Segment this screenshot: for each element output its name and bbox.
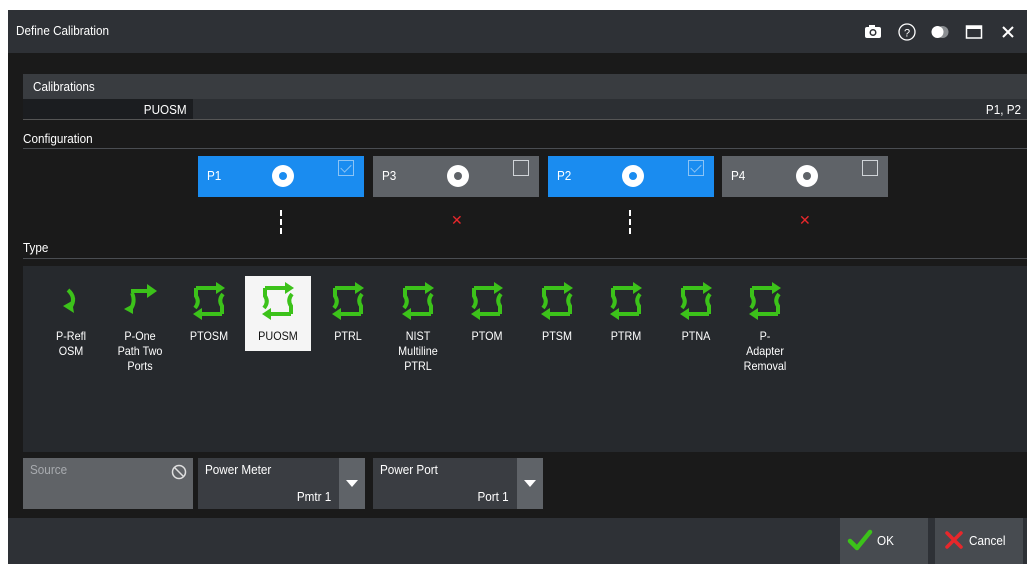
calibration-name: PUOSM [144, 102, 187, 117]
checkmark-icon [847, 529, 873, 551]
two-port-icon [402, 282, 434, 320]
two-port-icon [332, 282, 364, 320]
two-port-icon [193, 282, 225, 320]
two-port-icon [610, 282, 642, 320]
power-port-dropdown-arrow[interactable] [517, 458, 543, 509]
port-connector-icon [272, 165, 294, 187]
port-connector-icon [447, 165, 469, 187]
calibrations-header: Calibrations [23, 74, 1027, 99]
source-field: Source [23, 458, 193, 509]
power-meter-dropdown-arrow[interactable] [339, 458, 365, 509]
port-p3-not-connected-icon: ✕ [451, 212, 463, 228]
two-port-icon [541, 282, 573, 320]
svg-text:?: ? [904, 28, 910, 40]
power-meter-select[interactable]: Power Meter Pmtr 1 [198, 458, 365, 509]
type-puosm[interactable]: PUOSM [245, 276, 311, 351]
power-port-value: Port 1 [477, 489, 509, 504]
port-p2-checkbox[interactable] [688, 160, 704, 176]
type-p-adapter-removal[interactable]: P- Adapter Removal [732, 276, 798, 373]
type-ptrl[interactable]: PTRL [315, 276, 381, 362]
port-p4-not-connected-icon: ✕ [799, 212, 811, 228]
port-p4-tile[interactable]: P4 [722, 156, 888, 197]
two-port-icon [680, 282, 712, 320]
one-path-two-ports-icon [124, 284, 157, 314]
cancel-button[interactable]: Cancel [935, 518, 1023, 564]
configuration-divider [23, 148, 1027, 149]
port-p1-connection-line [280, 210, 282, 234]
port-p2-connection-line [629, 210, 631, 234]
type-ptna[interactable]: PTNA [663, 276, 729, 362]
port-p1-tile[interactable]: P1 [198, 156, 364, 197]
calibration-type-panel: P-Refl OSM P-One Path Two Ports PTOSM PU… [23, 266, 1027, 452]
calibration-row[interactable]: PUOSM P1, P2 [23, 99, 1027, 120]
port-p4-checkbox[interactable] [862, 160, 878, 176]
ok-button[interactable]: OK [840, 518, 928, 564]
power-meter-value: Pmtr 1 [296, 489, 331, 504]
type-p-refl-osm[interactable]: P-Refl OSM [38, 276, 104, 362]
port-p3-checkbox[interactable] [513, 160, 529, 176]
two-port-icon [262, 282, 294, 320]
type-label: Type [23, 240, 49, 255]
title-bar: Define Calibration ? [8, 10, 1027, 53]
cross-icon [945, 531, 963, 549]
type-ptosm[interactable]: PTOSM [176, 276, 242, 362]
disabled-icon [171, 464, 187, 480]
two-port-icon [471, 282, 503, 320]
type-nist-multiline-ptrl[interactable]: NIST Multiline PTRL [385, 276, 451, 373]
type-ptsm[interactable]: PTSM [524, 276, 590, 362]
calibration-ports: P1, P2 [985, 102, 1021, 117]
define-calibration-dialog: Define Calibration ? Calibrations PUOSM [8, 10, 1027, 564]
port-connector-icon [622, 165, 644, 187]
dialog-title: Define Calibration [16, 23, 110, 38]
transparency-toggle-icon[interactable] [930, 22, 950, 42]
power-port-select[interactable]: Power Port Port 1 [373, 458, 543, 509]
port-p1-checkbox[interactable] [338, 160, 354, 176]
maximize-icon[interactable] [964, 22, 984, 42]
one-port-icon [63, 288, 75, 313]
port-p2-tile[interactable]: P2 [548, 156, 714, 197]
camera-icon[interactable] [863, 22, 883, 42]
type-ptom[interactable]: PTOM [454, 276, 520, 362]
help-icon[interactable]: ? [897, 22, 917, 42]
type-divider [23, 258, 1027, 259]
configuration-label: Configuration [23, 131, 93, 146]
close-icon[interactable] [998, 22, 1018, 42]
port-connector-icon [796, 165, 818, 187]
type-ptrm[interactable]: PTRM [593, 276, 659, 362]
type-p-one-path-two-ports[interactable]: P-One Path Two Ports [107, 276, 173, 373]
two-port-icon [749, 282, 781, 320]
port-p3-tile[interactable]: P3 [373, 156, 539, 197]
